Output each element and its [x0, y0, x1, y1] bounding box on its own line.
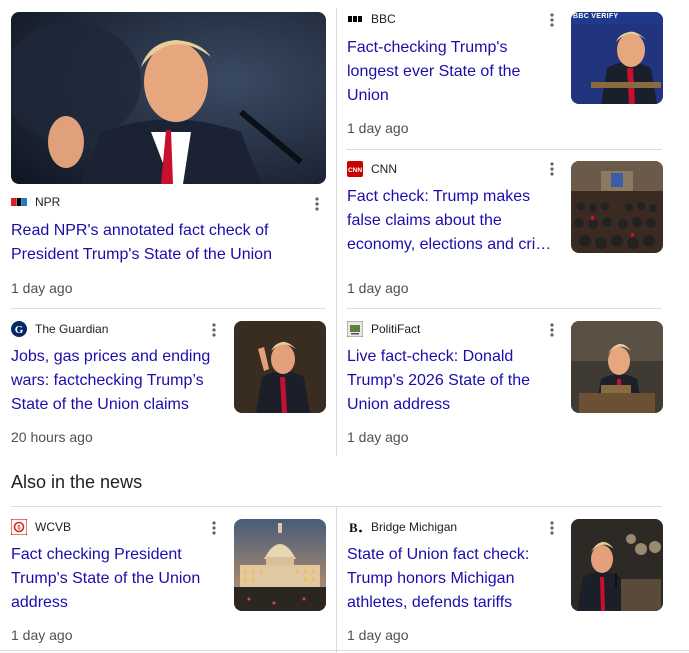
article-thumbnail[interactable]: BBC VERIFY	[571, 12, 663, 104]
timestamp: 1 day ago	[347, 627, 409, 643]
source-row: 5 WCVB	[11, 519, 71, 535]
title-line: Fact checking President	[11, 546, 182, 563]
title-line: Fact-checking Trump's	[347, 39, 508, 56]
article-title[interactable]: Fact-checking Trump's longest ever State…	[347, 36, 557, 108]
timestamp: 20 hours ago	[11, 429, 93, 445]
svg-text:CNN: CNN	[348, 167, 362, 174]
article-title[interactable]: Read NPR's annotated fact check of Presi…	[11, 219, 321, 267]
article-title[interactable]: State of Union fact check: Trump honors …	[347, 543, 557, 615]
source-row: B Bridge Michigan	[347, 519, 457, 535]
title-line: address	[11, 594, 68, 611]
more-options-icon[interactable]	[546, 518, 558, 538]
source-row: BBC	[347, 11, 396, 27]
more-options-icon[interactable]	[208, 320, 220, 340]
article-thumbnail[interactable]	[571, 161, 663, 253]
news-card-npr[interactable]: NPR Read NPR's annotated fact check of P…	[0, 0, 336, 308]
article-thumbnail[interactable]	[234, 321, 326, 413]
timestamp: 1 day ago	[11, 280, 73, 296]
article-title[interactable]: Jobs, gas prices and ending wars: factch…	[11, 345, 221, 417]
news-card-bridge-michigan[interactable]: B Bridge Michigan State of Union fact ch…	[337, 507, 689, 653]
title-line: economy, elections and cri…	[347, 236, 552, 253]
svg-text:G: G	[15, 324, 24, 336]
news-card-wcvb[interactable]: 5 WCVB Fact checking President Trump's S…	[0, 507, 336, 653]
title-line: longest ever State of the	[347, 63, 521, 80]
source-row: CNN CNN	[347, 161, 397, 177]
title-line: Fact check: Trump makes	[347, 188, 531, 205]
cnn-logo-icon: CNN	[347, 161, 363, 177]
npr-logo-icon	[11, 194, 27, 210]
title-line: President Trump's State of the Union	[11, 246, 272, 263]
politifact-logo-icon	[347, 321, 363, 337]
title-line: State of Union fact check:	[347, 546, 530, 563]
article-thumbnail[interactable]	[234, 519, 326, 611]
more-options-icon[interactable]	[546, 159, 558, 179]
source-row: PolitiFact	[347, 321, 420, 337]
wcvb-logo-icon: 5	[11, 519, 27, 535]
timestamp: 1 day ago	[347, 429, 409, 445]
news-card-politifact[interactable]: PolitiFact Live fact-check: Donald Trump…	[337, 309, 689, 459]
article-thumbnail[interactable]	[571, 519, 663, 611]
source-name[interactable]: Bridge Michigan	[371, 520, 457, 534]
article-title[interactable]: Fact check: Trump makes false claims abo…	[347, 185, 557, 257]
more-options-icon[interactable]	[208, 518, 220, 538]
source-name[interactable]: CNN	[371, 162, 397, 176]
title-line: Jobs, gas prices and ending	[11, 348, 211, 365]
section-heading: Also in the news	[11, 472, 143, 492]
article-thumbnail[interactable]	[11, 12, 326, 184]
source-name[interactable]: WCVB	[35, 520, 71, 534]
bridge-michigan-logo-icon: B	[347, 519, 363, 535]
more-options-icon[interactable]	[546, 10, 558, 30]
source-name[interactable]: PolitiFact	[371, 322, 420, 336]
article-title[interactable]: Live fact-check: Donald Trump's 2026 Sta…	[347, 345, 557, 417]
title-line: Union	[347, 87, 389, 104]
bbc-verify-badge: BBC VERIFY	[573, 13, 619, 20]
title-line: Trump's 2026 State of the	[347, 372, 531, 389]
title-line: Trump's State of the Union	[11, 570, 201, 587]
source-name[interactable]: The Guardian	[35, 322, 108, 336]
title-line: State of the Union claims	[11, 396, 189, 413]
timestamp: 1 day ago	[11, 627, 73, 643]
title-line: Read NPR's annotated fact check of	[11, 222, 269, 239]
timestamp: 1 day ago	[347, 280, 409, 296]
svg-text:B: B	[349, 520, 358, 535]
source-name[interactable]: NPR	[35, 195, 60, 209]
title-line: Trump honors Michigan	[347, 570, 515, 587]
source-row: NPR	[11, 194, 60, 210]
title-line: false claims about the	[347, 212, 502, 229]
more-options-icon[interactable]	[311, 194, 323, 214]
title-line: athletes, defends tariffs	[347, 594, 513, 611]
guardian-logo-icon: G	[11, 321, 27, 337]
title-line: wars: factchecking Trump’s	[11, 372, 204, 389]
timestamp: 1 day ago	[347, 120, 409, 136]
title-line: Union address	[347, 396, 451, 413]
news-card-cnn[interactable]: CNN CNN Fact check: Trump makes false cl…	[337, 150, 689, 308]
news-card-guardian[interactable]: G The Guardian Jobs, gas prices and endi…	[0, 309, 336, 459]
title-line: Live fact-check: Donald	[347, 348, 514, 365]
article-thumbnail[interactable]	[571, 321, 663, 413]
source-name[interactable]: BBC	[371, 12, 396, 26]
bbc-logo-icon	[347, 11, 363, 27]
more-options-icon[interactable]	[546, 320, 558, 340]
article-title[interactable]: Fact checking President Trump's State of…	[11, 543, 221, 615]
news-card-bbc[interactable]: BBC Fact-checking Trump's longest ever S…	[337, 0, 689, 149]
source-row: G The Guardian	[11, 321, 108, 337]
